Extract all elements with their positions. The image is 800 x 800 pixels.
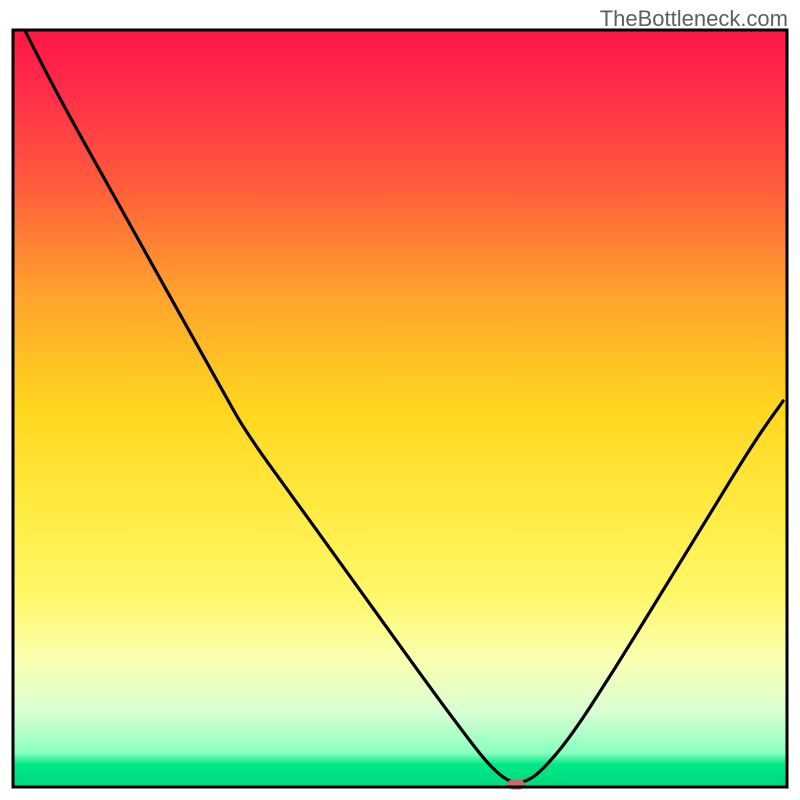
plot-area bbox=[13, 30, 787, 789]
gradient-background bbox=[13, 30, 787, 787]
bottleneck-chart: TheBottleneck.com bbox=[0, 0, 800, 800]
watermark-text: TheBottleneck.com bbox=[600, 6, 788, 32]
chart-svg bbox=[0, 0, 800, 800]
